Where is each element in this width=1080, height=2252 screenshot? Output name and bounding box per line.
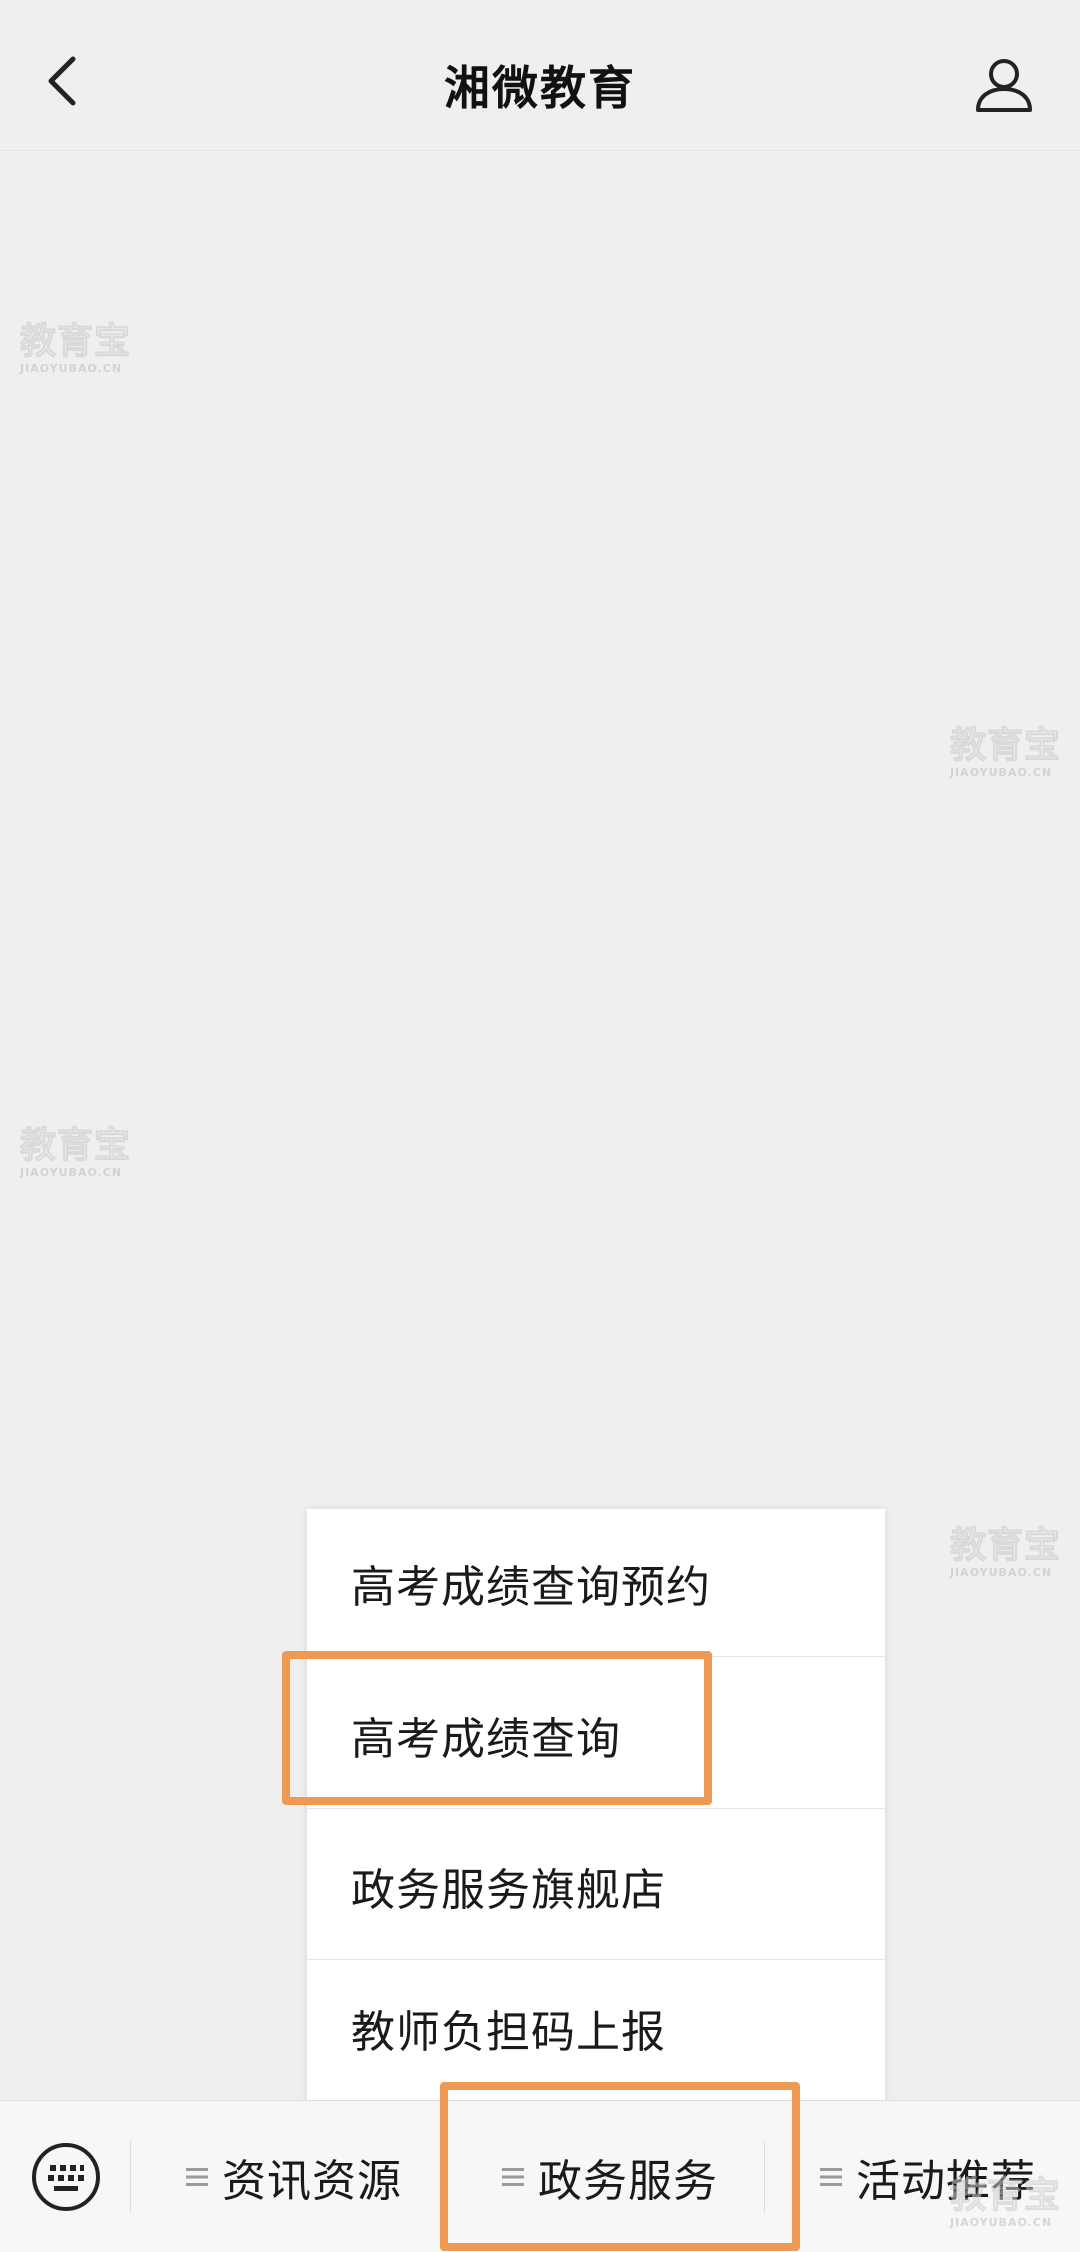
menu-item-label: 政务服务旗舰店 bbox=[351, 1864, 666, 1916]
menu-item-gov-service-store[interactable]: 政务服务旗舰店 bbox=[307, 1812, 885, 1960]
watermark-text: 教育宝 bbox=[950, 1525, 1062, 1566]
watermark: 教育宝 JIAOYUBAO.CN bbox=[950, 725, 1070, 786]
watermark-subtext: JIAOYUBAO.CN bbox=[950, 1566, 1053, 1579]
watermark-subtext: JIAOYUBAO.CN bbox=[950, 766, 1053, 779]
watermark-subtext: JIAOYUBAO.CN bbox=[950, 2216, 1053, 2229]
watermark: 教育宝 JIAOYUBAO.CN bbox=[20, 1125, 140, 1186]
highlight-box-menu-item bbox=[282, 1651, 712, 1805]
watermark: 教育宝 JIAOYUBAO.CN bbox=[950, 1525, 1070, 1586]
menu-item-label: 教师负担码上报 bbox=[351, 2007, 666, 2058]
submenu-popup: 高考成绩查询预约 高考成绩查询 政务服务旗舰店 教师负担码上报 bbox=[307, 1509, 885, 2102]
watermark-text: 教育宝 bbox=[20, 321, 132, 362]
menu-item-teacher-burden-report[interactable]: 教师负担码上报 bbox=[307, 1954, 885, 2102]
tab-label: 资讯资源 bbox=[222, 2155, 402, 2207]
user-icon bbox=[976, 59, 1032, 112]
tab-news-resources[interactable]: 资讯资源 bbox=[184, 2101, 402, 2252]
page-title: 湘微教育 bbox=[444, 61, 636, 115]
watermark-text: 教育宝 bbox=[950, 2175, 1062, 2216]
hamburger-icon bbox=[818, 2165, 844, 2189]
highlight-box-bottom-tab bbox=[440, 2082, 800, 2251]
watermark-text: 教育宝 bbox=[950, 725, 1062, 766]
watermark-subtext: JIAOYUBAO.CN bbox=[20, 1166, 123, 1179]
watermark-text: 教育宝 bbox=[20, 1125, 132, 1166]
keyboard-icon bbox=[32, 2143, 100, 2211]
top-navigation-bar: 湘微教育 bbox=[0, 0, 1080, 151]
watermark: 教育宝 JIAOYUBAO.CN bbox=[950, 2175, 1070, 2236]
keyboard-toggle-button[interactable] bbox=[28, 2139, 104, 2215]
tab-divider bbox=[130, 2141, 131, 2213]
profile-button[interactable] bbox=[968, 48, 1040, 120]
watermark-subtext: JIAOYUBAO.CN bbox=[20, 362, 123, 375]
menu-item-gaokao-score-reservation[interactable]: 高考成绩查询预约 bbox=[307, 1509, 885, 1657]
hamburger-icon bbox=[184, 2165, 210, 2189]
menu-item-label: 高考成绩查询预约 bbox=[351, 1561, 711, 1613]
watermark: 教育宝 JIAOYUBAO.CN bbox=[20, 321, 140, 382]
